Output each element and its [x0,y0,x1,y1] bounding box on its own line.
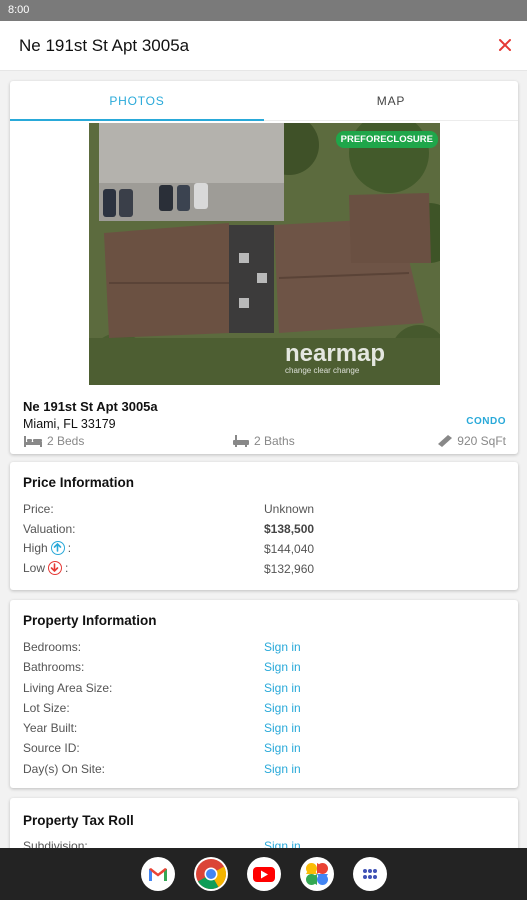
baths-stat: 2 Baths [232,434,295,448]
chrome-icon[interactable] [194,857,228,891]
bathrooms-label: Bathrooms: [23,660,85,674]
lot-size-label: Lot Size: [23,701,70,715]
bathtub-icon [232,434,250,448]
tab-photos[interactable]: PHOTOS [10,81,264,121]
address-line2: Miami, FL 33179 [23,417,116,431]
low-label: Low [23,561,46,575]
beds-stat: 2 Beds [23,434,84,448]
high-label: High [23,541,48,555]
gmail-icon[interactable] [141,857,175,891]
high-value: $144,040 [264,542,315,556]
sqft-label: 920 SqFt [457,434,506,448]
bed-icon [23,434,43,448]
high-colon: : [67,541,72,555]
app-drawer-icon[interactable] [353,857,387,891]
low-colon: : [65,561,69,575]
low-value: $132,960 [264,562,315,576]
bathrooms-sign-in-link[interactable]: Sign in [264,660,301,674]
status-time: 8:00 [8,4,30,16]
status-bar: 8:00 [0,0,527,21]
google-photos-icon[interactable] [300,857,334,891]
listing-card: PHOTOS MAP nearmap change clear change P… [10,81,518,454]
days-on-site-label: Day(s) On Site: [23,762,106,776]
app-header: Ne 191st St Apt 3005a [0,21,527,71]
source-id-label: Source ID: [23,741,80,755]
baths-label: 2 Baths [254,434,295,448]
address-line1: Ne 191st St Apt 3005a [23,399,158,414]
low-label-row: Low : [23,561,68,575]
price-info-card: Price Information Price: Unknown Valuati… [10,462,518,590]
beds-label: 2 Beds [47,434,85,448]
status-badge: PREFORECLOSURE [335,131,438,148]
nearmap-tagline: change clear change [285,366,360,375]
section-title: Property Information [23,613,157,628]
tab-bar: PHOTOS MAP [10,81,518,121]
bedrooms-sign-in-link[interactable]: Sign in [264,640,301,654]
page-title: Ne 191st St Apt 3005a [19,36,190,55]
app-dock [0,848,527,900]
property-type-label: CONDO [466,416,506,427]
bedrooms-label: Bedrooms: [23,640,82,654]
sqft-stat: 920 SqFt [437,434,506,448]
arrow-down-circle-icon [48,561,63,575]
high-label-row: High : [23,541,71,555]
ruler-icon [437,434,453,448]
section-title: Property Tax Roll [23,813,134,828]
year-built-sign-in-link[interactable]: Sign in [264,721,301,735]
youtube-icon[interactable] [247,857,281,891]
price-value: Unknown [264,502,315,516]
valuation-value: $138,500 [264,522,315,536]
valuation-label: Valuation: [23,522,76,536]
days-on-site-sign-in-link[interactable]: Sign in [264,762,301,776]
living-area-label: Living Area Size: [23,681,113,695]
lot-size-sign-in-link[interactable]: Sign in [264,701,301,715]
price-label: Price: [23,502,54,516]
property-info-card: Property Information Bedrooms: Sign in B… [10,600,518,788]
arrow-up-circle-icon [50,541,65,555]
living-area-sign-in-link[interactable]: Sign in [264,681,301,695]
close-icon[interactable] [493,33,517,57]
section-title: Price Information [23,475,135,490]
source-id-sign-in-link[interactable]: Sign in [264,741,301,755]
year-built-label: Year Built: [23,721,78,735]
property-photo[interactable]: nearmap change clear change PREFORECLOSU… [89,123,440,385]
tab-map[interactable]: MAP [264,81,518,121]
nearmap-watermark: nearmap [285,340,385,367]
